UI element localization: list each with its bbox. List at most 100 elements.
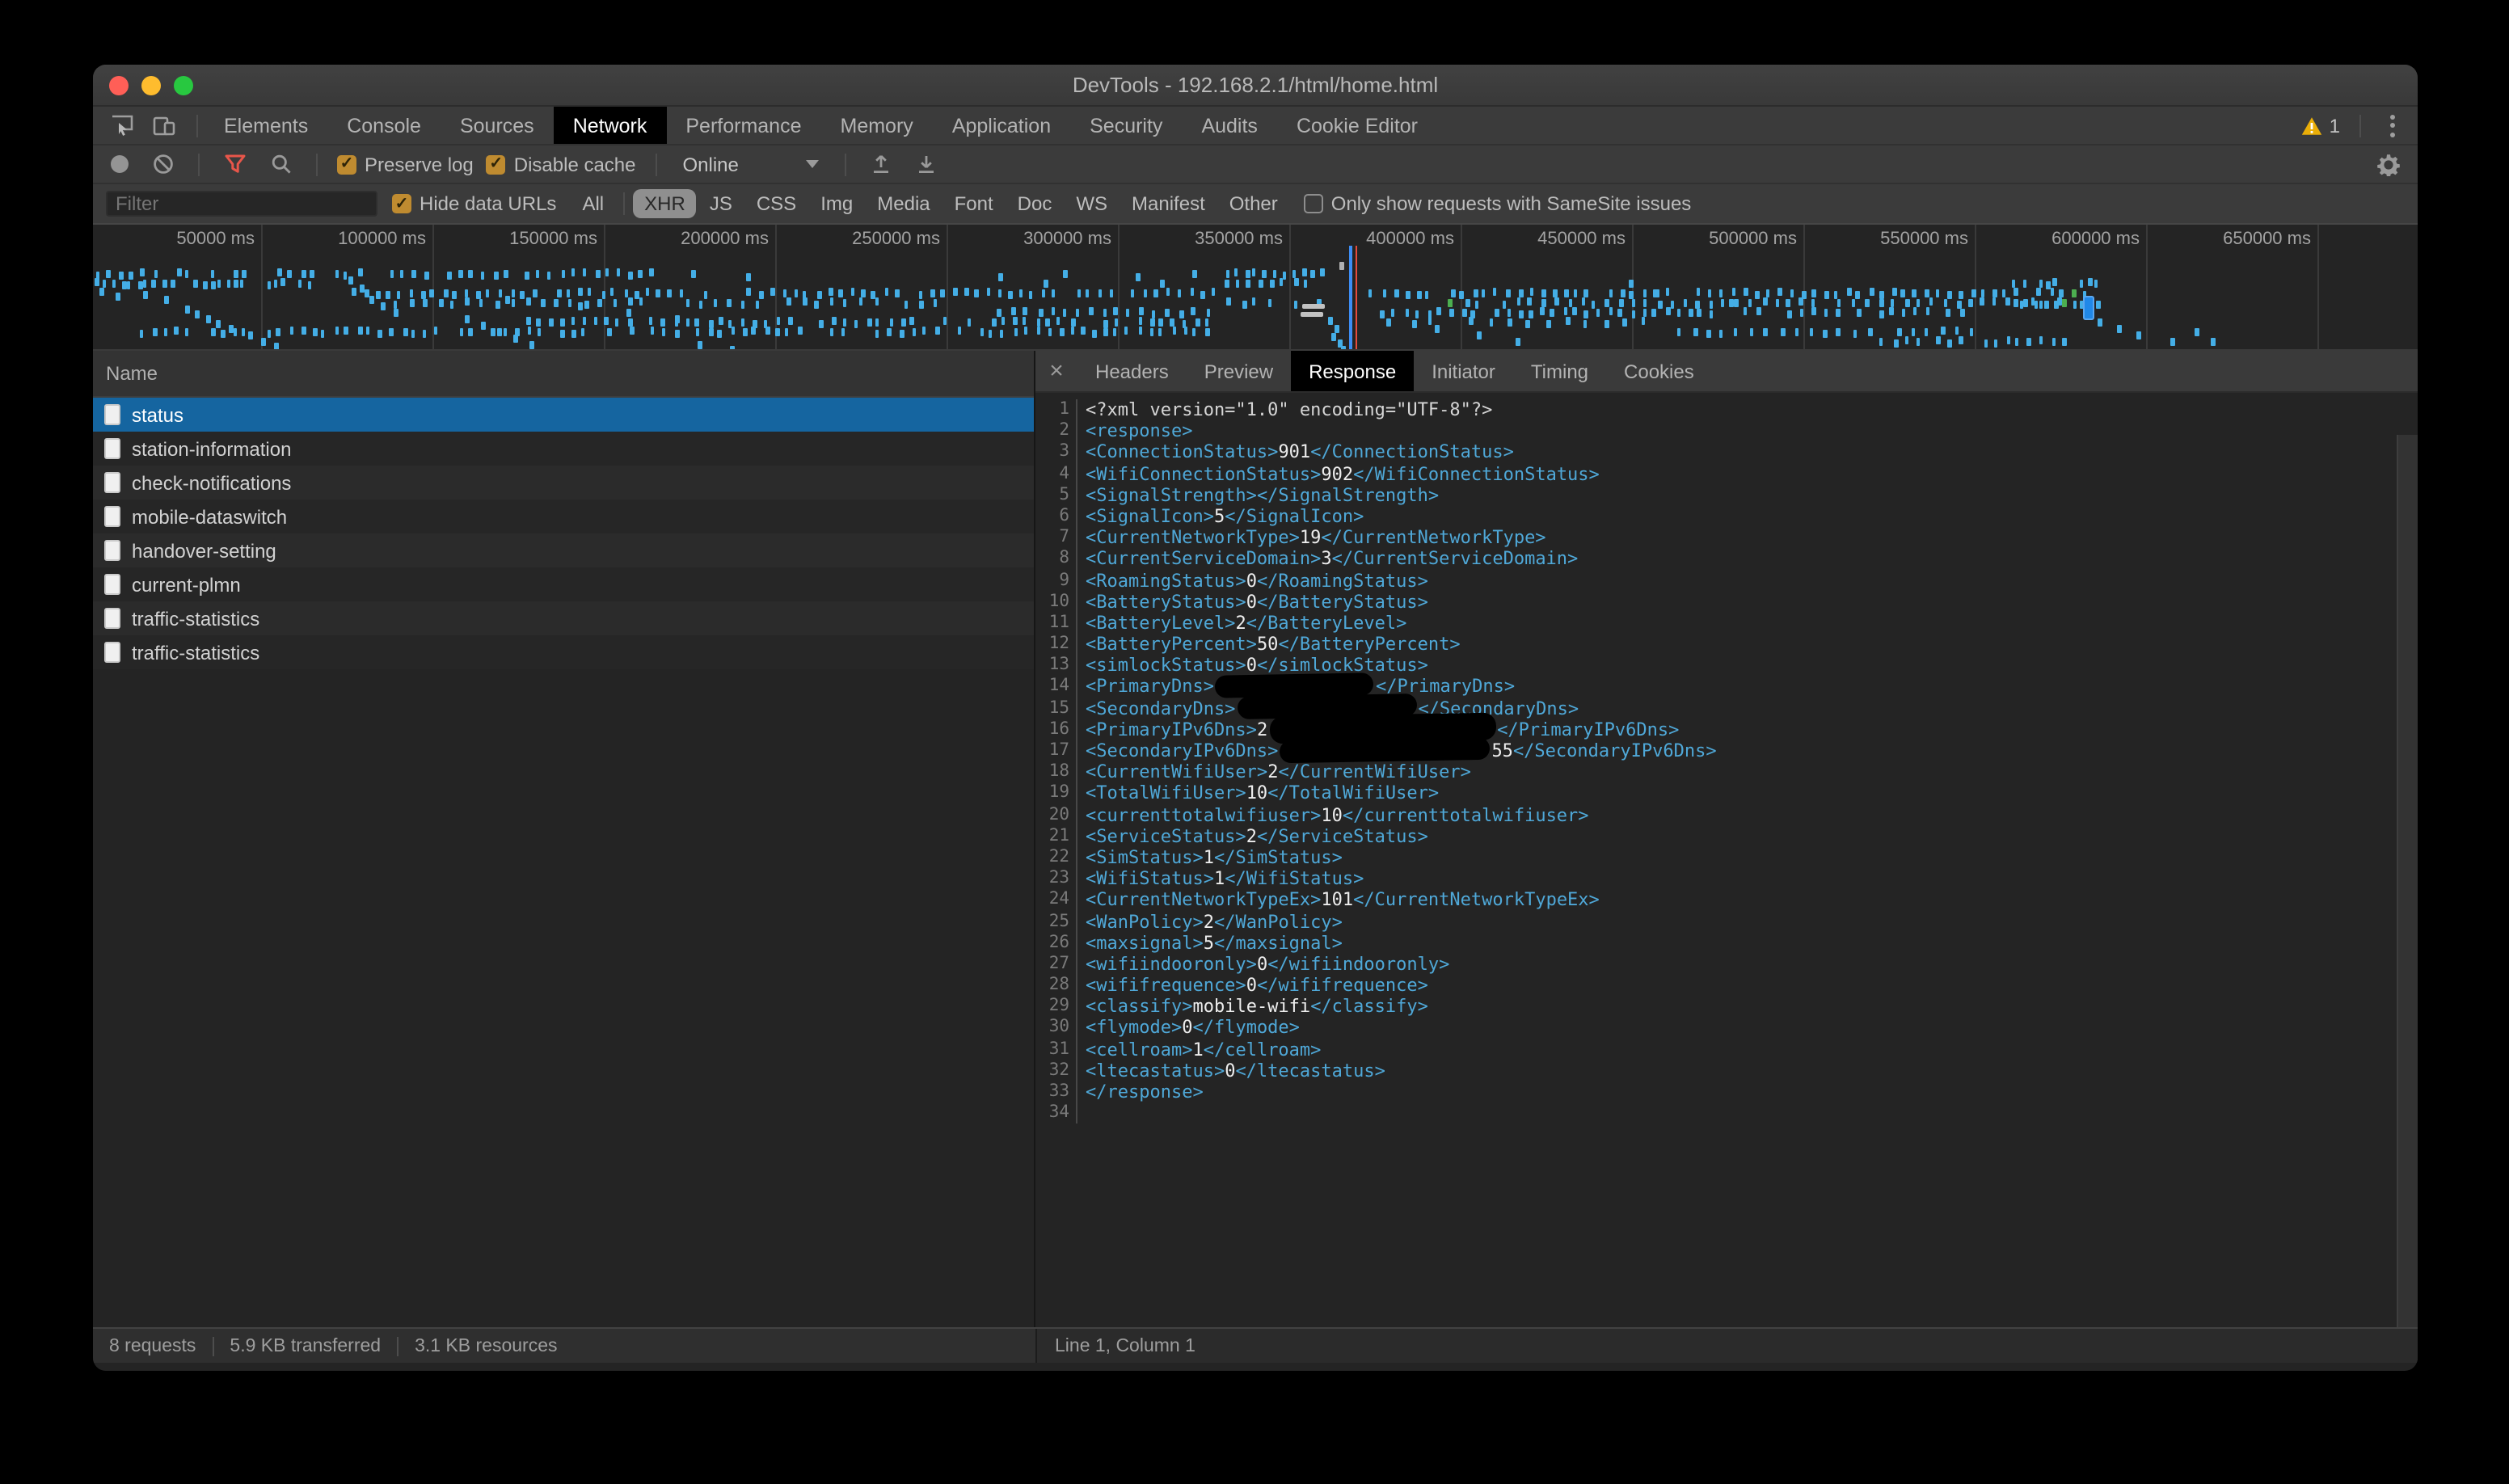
type-chip-xhr[interactable]: XHR xyxy=(633,189,697,218)
type-chip-ws[interactable]: WS xyxy=(1065,189,1119,218)
activity-dot xyxy=(1114,308,1118,316)
activity-dot xyxy=(1550,310,1554,318)
devtools-window: DevTools - 192.168.2.1/html/home.html El… xyxy=(93,65,2418,1371)
filter-input[interactable] xyxy=(106,191,377,217)
tab-audits[interactable]: Audits xyxy=(1182,107,1277,144)
minimize-window-button[interactable] xyxy=(141,76,161,95)
activity-dot xyxy=(1335,325,1339,333)
request-row-handover-setting[interactable]: handover-setting xyxy=(93,533,1034,567)
request-row-station-information[interactable]: station-information xyxy=(93,432,1034,466)
type-chip-doc[interactable]: Doc xyxy=(1006,189,1064,218)
activity-dot xyxy=(1143,290,1147,298)
xml-tag: <WanPolicy> xyxy=(1086,911,1204,932)
disable-cache-checkbox[interactable]: ✓ Disable cache xyxy=(487,153,636,175)
activity-dot xyxy=(143,291,147,299)
activity-dot xyxy=(366,327,370,335)
activity-dot xyxy=(1520,310,1524,318)
request-name: traffic-statistics xyxy=(132,641,259,664)
xml-tag: </wififrequence> xyxy=(1257,975,1428,996)
activity-dot xyxy=(1448,299,1452,307)
type-chip-css[interactable]: CSS xyxy=(745,189,808,218)
close-detail-icon[interactable]: × xyxy=(1035,351,1077,391)
zoom-window-button[interactable] xyxy=(174,76,193,95)
import-har-icon[interactable] xyxy=(866,148,898,180)
request-row-traffic-statistics[interactable]: traffic-statistics xyxy=(93,601,1034,635)
device-toolbar-icon[interactable] xyxy=(148,109,180,141)
line-number: 10 xyxy=(1035,591,1077,612)
samesite-checkbox[interactable]: Only show requests with SameSite issues xyxy=(1304,192,1692,215)
detail-tab-cookies[interactable]: Cookies xyxy=(1606,351,1712,391)
settings-gear-icon[interactable] xyxy=(2372,148,2405,180)
request-row-current-plmn[interactable]: current-plmn xyxy=(93,567,1034,601)
tab-cookie-editor[interactable]: Cookie Editor xyxy=(1277,107,1437,144)
filter-funnel-icon[interactable] xyxy=(219,148,251,180)
activity-dot xyxy=(942,317,947,325)
activity-dot xyxy=(529,341,533,349)
type-chip-other[interactable]: Other xyxy=(1218,189,1289,218)
type-chip-img[interactable]: Img xyxy=(809,189,864,218)
activity-dot xyxy=(390,329,394,337)
tab-network[interactable]: Network xyxy=(554,107,667,144)
activity-dot xyxy=(234,279,238,287)
activity-dot xyxy=(411,299,415,307)
search-icon[interactable] xyxy=(264,148,297,180)
activity-dot xyxy=(1719,330,1723,338)
timeline-overview[interactable]: 50000 ms100000 ms150000 ms200000 ms25000… xyxy=(93,223,2418,351)
document-icon xyxy=(104,472,120,493)
tab-application[interactable]: Application xyxy=(933,107,1070,144)
activity-dot xyxy=(1617,309,1621,317)
detail-tab-timing[interactable]: Timing xyxy=(1513,351,1606,391)
detail-tab-response[interactable]: Response xyxy=(1291,351,1414,391)
activity-dot xyxy=(1382,289,1386,297)
preserve-log-label: Preserve log xyxy=(365,153,474,175)
record-button[interactable] xyxy=(111,155,129,173)
request-row-mobile-dataswitch[interactable]: mobile-dataswitch xyxy=(93,500,1034,533)
activity-dot xyxy=(829,289,833,297)
hide-data-urls-checkbox[interactable]: ✓ Hide data URLs xyxy=(392,192,556,215)
xml-tag: </wifiindooronly> xyxy=(1267,954,1449,975)
close-window-button[interactable] xyxy=(109,76,129,95)
type-chip-manifest[interactable]: Manifest xyxy=(1120,189,1217,218)
type-chip-font[interactable]: Font xyxy=(943,189,1005,218)
activity-dot xyxy=(1743,308,1747,316)
activity-dot xyxy=(941,289,945,297)
tab-sources[interactable]: Sources xyxy=(441,107,554,144)
export-har-icon[interactable] xyxy=(911,148,943,180)
more-options-icon[interactable] xyxy=(2380,114,2405,137)
activity-dot xyxy=(578,302,582,310)
activity-dot xyxy=(1756,308,1761,316)
activity-dot xyxy=(571,330,576,338)
activity-dot xyxy=(1482,289,1486,297)
name-column-header[interactable]: Name xyxy=(93,351,1034,398)
tab-performance[interactable]: Performance xyxy=(666,107,820,144)
activity-dot xyxy=(520,290,524,298)
activity-dot xyxy=(820,319,824,327)
request-row-traffic-statistics[interactable]: traffic-statistics xyxy=(93,635,1034,669)
preserve-log-checkbox[interactable]: ✓ Preserve log xyxy=(337,153,474,175)
throttling-dropdown[interactable]: Online xyxy=(677,153,825,175)
tab-memory[interactable]: Memory xyxy=(821,107,933,144)
warning-badge[interactable]: 1 xyxy=(2302,114,2340,137)
activity-dot xyxy=(1604,320,1609,328)
activity-dot xyxy=(1795,328,1799,336)
type-chip-js[interactable]: JS xyxy=(698,189,744,218)
activity-dot xyxy=(703,291,707,299)
clear-icon[interactable] xyxy=(146,148,179,180)
activity-dot xyxy=(412,271,416,279)
tab-console[interactable]: Console xyxy=(327,107,441,144)
inspect-element-icon[interactable] xyxy=(106,109,138,141)
type-chip-all[interactable]: All xyxy=(571,189,615,218)
activity-dot xyxy=(2097,301,2101,309)
response-scrollbar[interactable] xyxy=(2397,435,2418,1327)
detail-tab-preview[interactable]: Preview xyxy=(1187,351,1291,391)
detail-tab-initiator[interactable]: Initiator xyxy=(1414,351,1513,391)
main-tab-bar: ElementsConsoleSourcesNetworkPerformance… xyxy=(93,107,2418,145)
tab-security[interactable]: Security xyxy=(1070,107,1182,144)
detail-tab-headers[interactable]: Headers xyxy=(1077,351,1187,391)
request-row-check-notifications[interactable]: check-notifications xyxy=(93,466,1034,500)
type-chip-media[interactable]: Media xyxy=(866,189,941,218)
activity-dot xyxy=(240,279,244,287)
tab-elements[interactable]: Elements xyxy=(205,107,327,144)
activity-dot xyxy=(1981,289,1985,297)
request-row-status[interactable]: status xyxy=(93,398,1034,432)
